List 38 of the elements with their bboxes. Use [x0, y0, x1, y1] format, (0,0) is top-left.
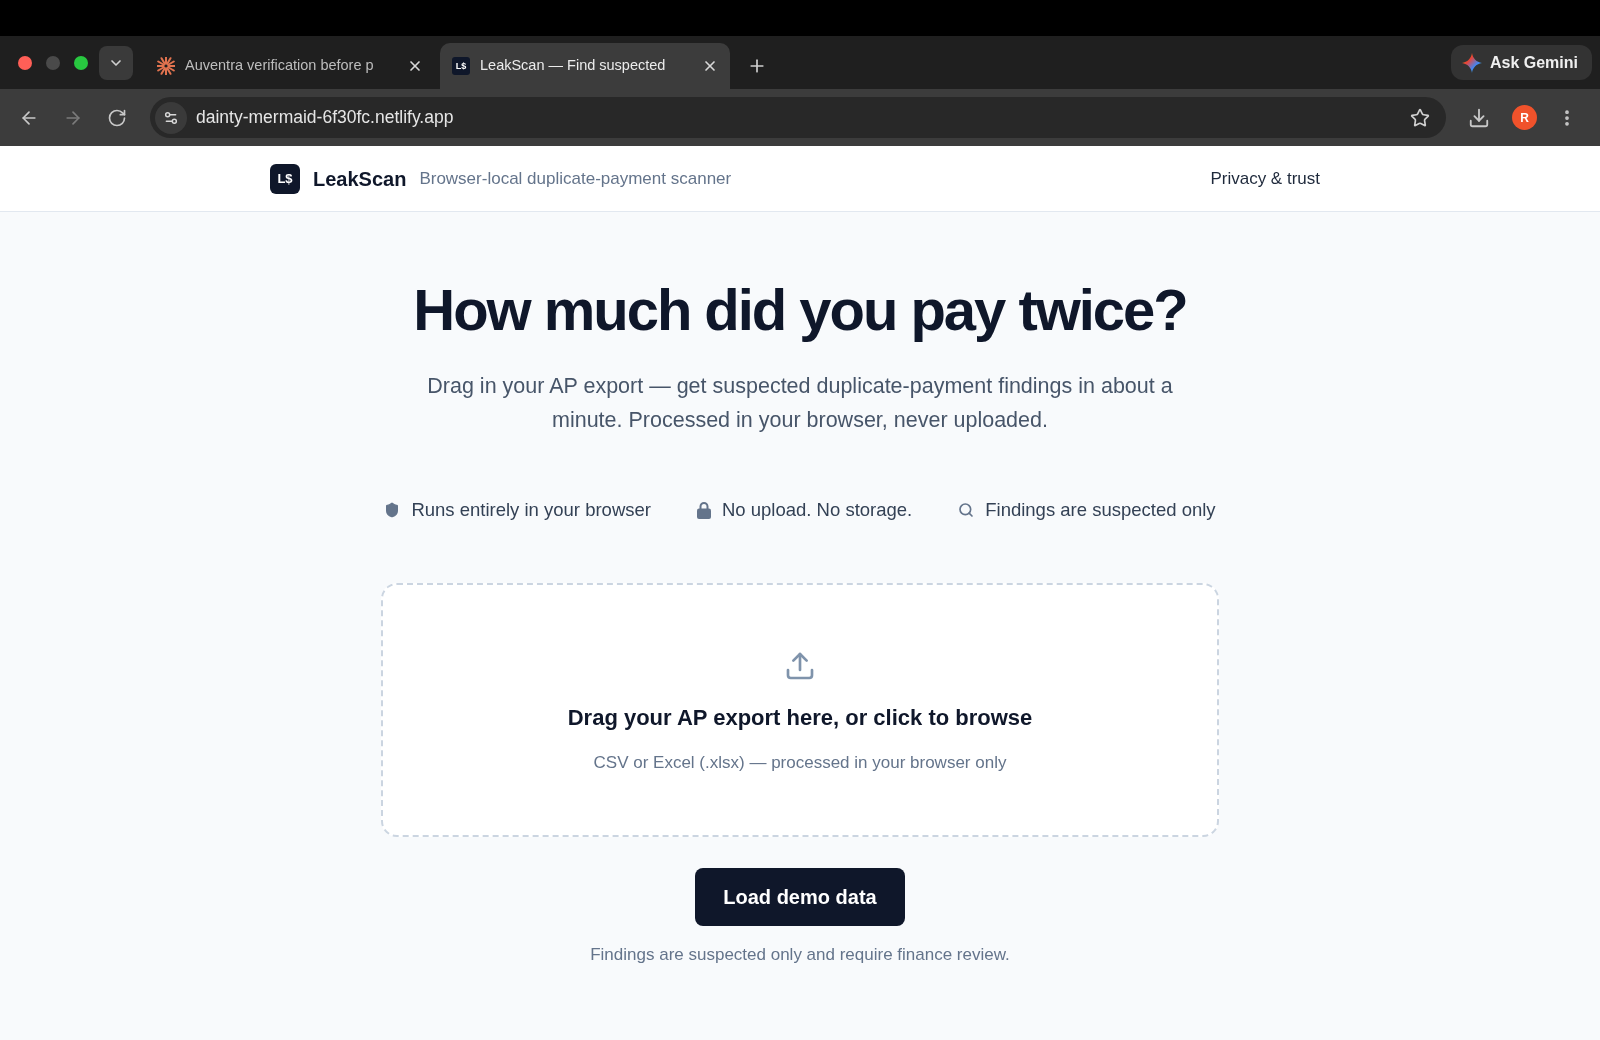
upload-icon: [784, 650, 816, 682]
privacy-link[interactable]: Privacy & trust: [1210, 165, 1320, 192]
site-info-icon[interactable]: [155, 101, 187, 134]
load-demo-button[interactable]: Load demo data: [695, 868, 905, 926]
disclaimer-text: Findings are suspected only and require finance review.: [590, 944, 1010, 966]
dropzone-hint: CSV or Excel (.xlsx) — processed in your browser only: [593, 752, 1007, 774]
dropzone-title: Drag your AP export here, or click to browse: [567, 704, 1033, 732]
trust-badge-label: Findings are suspected only: [985, 498, 1216, 522]
download-icon[interactable]: [1468, 106, 1490, 129]
close-tab-icon[interactable]: [407, 58, 423, 74]
ask-gemini-button[interactable]: Ask Gemini: [1450, 45, 1592, 80]
maximize-window-icon[interactable]: [74, 55, 88, 70]
browser-tab[interactable]: L$ LeakScan — Find suspected: [440, 43, 730, 89]
lock-icon: [696, 501, 711, 519]
tagline: Browser-local duplicate-payment scanner: [419, 167, 732, 190]
trust-badge-label: Runs entirely in your browser: [411, 498, 651, 522]
search-icon: [958, 502, 975, 518]
reload-icon[interactable]: [107, 107, 127, 128]
tab-list-button[interactable]: [99, 45, 133, 80]
close-window-icon[interactable]: [18, 55, 32, 70]
hero-subtitle: Drag in your AP export — get suspected duplicate-payment findings in about a minute. Processed in your browser, never uploaded.: [426, 373, 1174, 434]
shield-icon: [384, 502, 401, 518]
logo-mark: L$: [270, 163, 300, 194]
bookmark-star-icon[interactable]: [1410, 107, 1430, 128]
close-tab-icon[interactable]: [702, 58, 718, 74]
sparkle-icon: [1461, 52, 1482, 73]
tab-favicon: L$: [452, 57, 470, 75]
url-text: dainty-mermaid-6f30fc.netlify.app: [196, 106, 454, 130]
address-bar[interactable]: dainty-mermaid-6f30fc.netlify.app: [150, 97, 1446, 138]
hero-title: How much did you pay twice?: [413, 278, 1187, 342]
sunburst-icon: [157, 57, 175, 75]
tab-title: LeakScan — Find suspected: [480, 56, 667, 76]
file-dropzone[interactable]: Drag your AP export here, or click to browse CSV or Excel (.xlsx) — processed in your browser only: [381, 583, 1219, 837]
profile-avatar[interactable]: R: [1512, 105, 1537, 130]
tab-title: Auventra verification before p: [185, 56, 375, 76]
browser-tab[interactable]: Auventra verification before p: [145, 43, 435, 89]
brand-name: LeakScan: [313, 166, 407, 192]
trust-badge-label: No upload. No storage.: [721, 498, 913, 522]
